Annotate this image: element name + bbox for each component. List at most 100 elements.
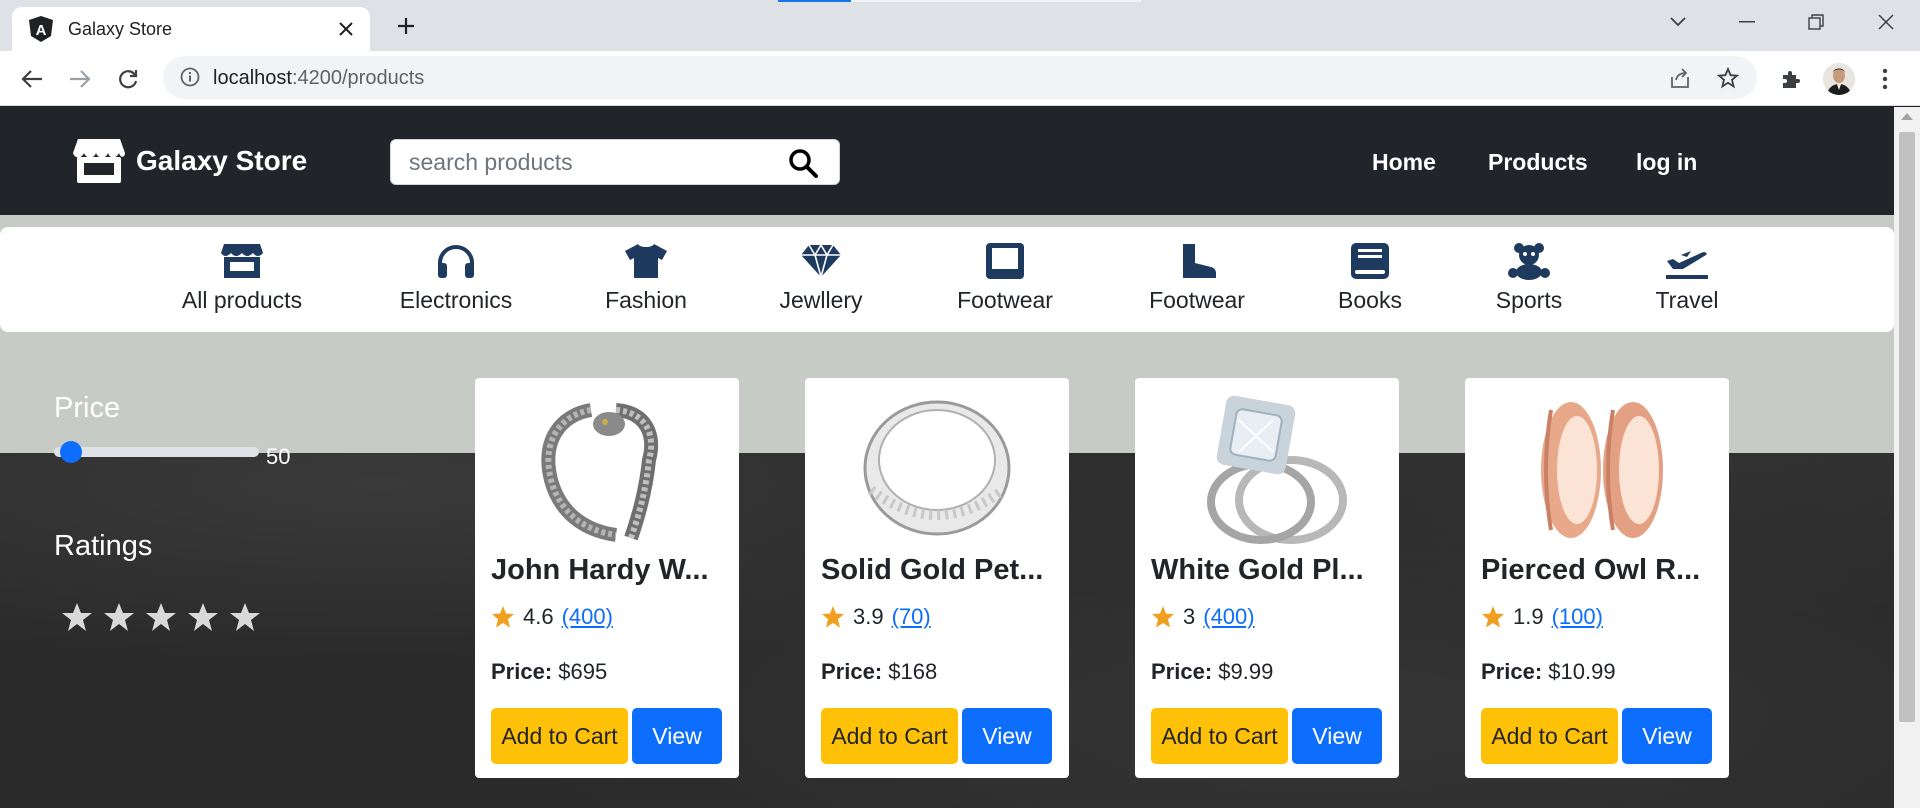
- minimize-icon[interactable]: [1731, 10, 1763, 34]
- address-bar[interactable]: localhost:4200/products: [163, 56, 1757, 99]
- page-scrollbar[interactable]: [1894, 107, 1920, 808]
- price-label: Price:: [1481, 659, 1543, 684]
- category-electronics[interactable]: Electronics: [376, 239, 536, 325]
- page-viewport: Galaxy Store Home Products log in All pr…: [0, 107, 1894, 808]
- nav-link-login[interactable]: log in: [1636, 149, 1697, 176]
- product-name[interactable]: Pierced Owl R...: [1481, 554, 1700, 587]
- back-arrow-icon[interactable]: [17, 64, 47, 94]
- view-button[interactable]: View: [1292, 708, 1382, 764]
- tab-search-chevron-icon[interactable]: [1662, 10, 1694, 34]
- tab-loading-indicator: [778, 0, 1141, 2]
- rating-star-4-icon[interactable]: [186, 602, 220, 632]
- view-button[interactable]: View: [1622, 708, 1712, 764]
- svg-text:A: A: [36, 22, 47, 39]
- price-value: $695: [558, 659, 608, 684]
- category-label: Sports: [1495, 287, 1563, 313]
- product-card: White Gold Pl... 3 (400) Price: $9.99 Ad…: [1135, 378, 1399, 778]
- profile-avatar[interactable]: [1823, 63, 1855, 95]
- rating-star-3-icon[interactable]: [144, 602, 178, 632]
- brand[interactable]: Galaxy Store: [72, 137, 307, 185]
- view-button[interactable]: View: [962, 708, 1052, 764]
- close-tab-icon[interactable]: [334, 17, 358, 41]
- boot-icon: [1175, 239, 1219, 283]
- browser-tab-strip: A Galaxy Store: [0, 0, 1920, 51]
- scrollbar-thumb[interactable]: [1899, 132, 1915, 722]
- review-count-link[interactable]: (400): [1203, 604, 1254, 630]
- category-fashion[interactable]: Fashion: [566, 239, 726, 325]
- rating-star-2-icon[interactable]: [102, 602, 136, 632]
- gem-icon: [799, 239, 843, 283]
- share-icon[interactable]: [1668, 66, 1692, 90]
- category-jewllery[interactable]: Jewllery: [741, 239, 901, 325]
- review-count-link[interactable]: (100): [1552, 604, 1603, 630]
- category-label: Footwear: [1149, 287, 1245, 313]
- tshirt-icon: [624, 239, 668, 283]
- silver-ring-image: [863, 400, 1011, 536]
- review-count-link[interactable]: (70): [892, 604, 931, 630]
- add-to-cart-button[interactable]: Add to Cart: [821, 708, 958, 764]
- product-rating: 4.6 (400): [491, 604, 613, 630]
- bookmark-star-icon[interactable]: [1716, 66, 1740, 90]
- product-rating: 3 (400): [1151, 604, 1255, 630]
- product-price: Price: $695: [491, 659, 607, 685]
- star-icon: [1152, 606, 1174, 628]
- window-close-icon[interactable]: [1870, 10, 1902, 34]
- product-name[interactable]: White Gold Pl...: [1151, 554, 1364, 587]
- review-count-link[interactable]: (400): [562, 604, 613, 630]
- search-box: [390, 139, 840, 185]
- rating-star-1-icon[interactable]: [60, 602, 94, 632]
- extensions-puzzle-icon[interactable]: [1776, 64, 1806, 94]
- star-icon: [822, 606, 844, 628]
- url-host: localhost: [213, 67, 292, 89]
- product-price: Price: $10.99: [1481, 659, 1616, 685]
- category-label: Jewllery: [779, 287, 863, 313]
- browser-menu-icon[interactable]: [1870, 64, 1900, 94]
- product-price: Price: $9.99: [1151, 659, 1273, 685]
- angular-favicon-icon: A: [28, 16, 54, 42]
- category-footwear-tablet[interactable]: Footwear: [925, 239, 1085, 325]
- star-icon: [492, 606, 514, 628]
- scroll-up-arrow-icon[interactable]: [1901, 113, 1913, 120]
- category-all-products[interactable]: All products: [162, 239, 322, 325]
- add-to-cart-button[interactable]: Add to Cart: [1481, 708, 1618, 764]
- diamond-ring-image: [1207, 395, 1347, 544]
- add-to-cart-button[interactable]: Add to Cart: [1151, 708, 1288, 764]
- category-books[interactable]: Books: [1290, 239, 1450, 325]
- category-label: Travel: [1655, 287, 1719, 313]
- rating-value: 3.9: [853, 604, 884, 629]
- forward-arrow-icon[interactable]: [65, 64, 95, 94]
- url-text: localhost:4200/products: [213, 67, 424, 90]
- rating-star-5-icon[interactable]: [228, 602, 262, 632]
- category-label: Electronics: [399, 287, 513, 313]
- reload-icon[interactable]: [113, 64, 143, 94]
- slider-thumb[interactable]: [60, 441, 82, 463]
- site-navbar: Galaxy Store Home Products log in: [0, 107, 1894, 215]
- search-input[interactable]: [391, 140, 781, 184]
- brand-name: Galaxy Store: [136, 145, 308, 176]
- rating-value: 1.9: [1513, 604, 1544, 629]
- ratings-filter-title: Ratings: [54, 530, 153, 562]
- browser-tab[interactable]: A Galaxy Store: [12, 7, 370, 51]
- nav-link-products[interactable]: Products: [1488, 149, 1588, 176]
- product-rating: 1.9 (100): [1481, 604, 1603, 630]
- category-label: All products: [181, 287, 303, 313]
- product-price: Price: $168: [821, 659, 937, 685]
- category-travel[interactable]: Travel: [1607, 239, 1767, 325]
- product-name[interactable]: Solid Gold Pet...: [821, 554, 1043, 587]
- slider-track: [54, 447, 259, 457]
- product-name[interactable]: John Hardy W...: [491, 554, 709, 587]
- category-footwear-boot[interactable]: Footwear: [1117, 239, 1277, 325]
- tablet-icon: [983, 239, 1027, 283]
- category-sports[interactable]: Sports: [1449, 239, 1609, 325]
- nav-link-home[interactable]: Home: [1372, 149, 1436, 176]
- add-to-cart-button[interactable]: Add to Cart: [491, 708, 628, 764]
- category-label: Fashion: [605, 287, 687, 313]
- site-info-icon[interactable]: [179, 66, 201, 88]
- search-icon[interactable]: [787, 147, 819, 179]
- rating-stars-filter: [60, 602, 270, 632]
- store-logo-icon: [73, 139, 125, 183]
- new-tab-icon[interactable]: [392, 12, 420, 40]
- restore-icon[interactable]: [1800, 10, 1832, 34]
- view-button[interactable]: View: [632, 708, 722, 764]
- price-slider[interactable]: [54, 441, 259, 463]
